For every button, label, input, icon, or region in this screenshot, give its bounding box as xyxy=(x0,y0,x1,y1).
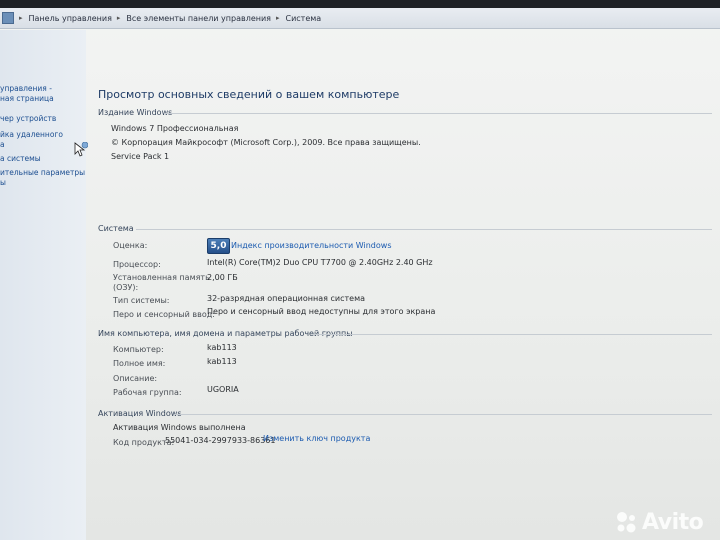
full-name-value: kab113 xyxy=(207,357,237,366)
computer-name-value: kab113 xyxy=(207,343,237,352)
performance-index-link[interactable]: Индекс производительности Windows xyxy=(231,241,391,250)
avito-watermark: Avito xyxy=(612,508,704,536)
section-title-activation: Активация Windows xyxy=(98,409,182,418)
control-panel-window: ▸ Панель управления ▸ Все элементы панел… xyxy=(0,8,720,540)
ram-label-2: (ОЗУ): xyxy=(113,283,139,292)
activation-status: Активация Windows выполнена xyxy=(113,423,246,432)
system-type-value: 32-разрядная операционная система xyxy=(207,294,366,303)
page-title: Просмотр основных сведений о вашем компь… xyxy=(98,88,400,101)
sidebar-item-control-panel-home-2[interactable]: ная страница xyxy=(0,94,54,104)
windows-edition-name: Windows 7 Профессиональная xyxy=(111,124,239,133)
full-name-label: Полное имя: xyxy=(113,359,166,368)
sidebar: управления - ная страница чер устройств … xyxy=(0,30,88,540)
main-content: Просмотр основных сведений о вашем компь… xyxy=(86,30,720,540)
product-key-value: 55041-034-2997933-86361 xyxy=(165,436,276,445)
monitor-bezel xyxy=(0,0,720,8)
section-title-edition: Издание Windows xyxy=(98,108,173,117)
ram-label: Установленная память xyxy=(113,273,210,282)
workgroup-label: Рабочая группа: xyxy=(113,388,182,397)
pen-touch-label: Перо и сенсорный ввод: xyxy=(113,310,215,319)
rating-label: Оценка: xyxy=(113,241,148,250)
description-label: Описание: xyxy=(113,374,158,383)
chevron-right-icon: ▸ xyxy=(275,14,280,22)
section-divider xyxy=(136,229,712,230)
breadcrumb-all-items[interactable]: Все элементы панели управления xyxy=(126,14,271,23)
sidebar-item-remote-settings-2[interactable]: а xyxy=(0,140,5,150)
system-type-label: Тип системы: xyxy=(113,296,170,305)
copyright-text: © Корпорация Майкрософт (Microsoft Corp.… xyxy=(111,138,421,147)
avito-watermark-text: Avito xyxy=(642,509,704,535)
sidebar-item-advanced-settings-2[interactable]: ы xyxy=(0,178,6,188)
section-title-system: Система xyxy=(98,224,134,233)
ram-value: 2,00 ГБ xyxy=(207,273,238,282)
avito-logo-icon xyxy=(617,512,636,533)
address-bar[interactable]: ▸ Панель управления ▸ Все элементы панел… xyxy=(0,8,720,29)
breadcrumb-system[interactable]: Система xyxy=(286,14,322,23)
performance-score-badge: 5,0 xyxy=(207,238,230,254)
sidebar-item-system-protection[interactable]: а системы xyxy=(0,154,41,164)
sidebar-item-device-manager[interactable]: чер устройств xyxy=(0,114,56,124)
chevron-right-icon: ▸ xyxy=(116,14,121,22)
change-product-key-link[interactable]: Изменить ключ продукта xyxy=(263,434,370,443)
section-divider xyxy=(164,113,712,114)
sidebar-item-advanced-settings[interactable]: ительные параметры xyxy=(0,168,85,178)
cpu-label: Процессор: xyxy=(113,260,161,269)
control-panel-icon xyxy=(2,12,14,24)
cpu-value: Intel(R) Core(TM)2 Duo CPU T7700 @ 2.40G… xyxy=(207,258,433,267)
workgroup-value: UGORIA xyxy=(207,385,239,394)
section-divider xyxy=(312,334,712,335)
sidebar-item-control-panel-home[interactable]: управления - xyxy=(0,84,52,94)
computer-name-label: Компьютер: xyxy=(113,345,164,354)
chevron-right-icon: ▸ xyxy=(19,14,23,22)
breadcrumb-control-panel[interactable]: Панель управления xyxy=(29,14,112,23)
service-pack-text: Service Pack 1 xyxy=(111,152,170,161)
sidebar-item-remote-settings[interactable]: йка удаленного xyxy=(0,130,63,140)
section-divider xyxy=(174,414,712,415)
pen-touch-value: Перо и сенсорный ввод недоступны для это… xyxy=(207,307,436,316)
